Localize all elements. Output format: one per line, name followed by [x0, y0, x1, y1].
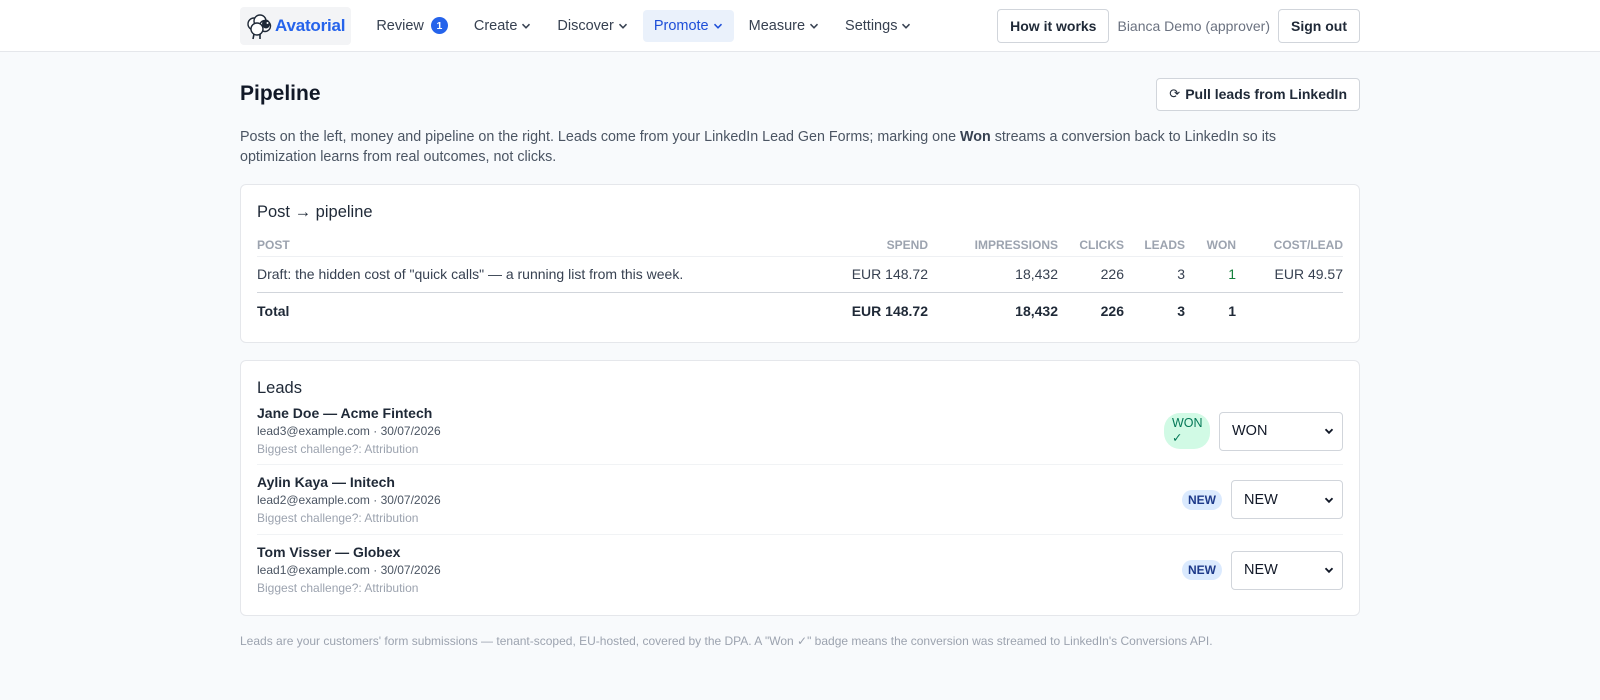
chevron-down-icon	[1324, 428, 1334, 435]
column-header-impressions: IMPRESSIONS	[928, 234, 1058, 257]
check-icon: ✓	[1172, 431, 1183, 445]
page-title: Pipeline	[240, 82, 321, 105]
sign-out-button[interactable]: Sign out	[1278, 8, 1360, 43]
nav-review-label: Review	[376, 17, 424, 34]
nav-discover-label: Discover	[557, 17, 614, 34]
pull-leads-button[interactable]: ⟳ Pull leads from LinkedIn	[1156, 77, 1360, 111]
clicks-cell: 226	[1100, 266, 1124, 282]
lead-status-select[interactable]: WON	[1219, 411, 1343, 451]
total-impressions: 18,432	[928, 291, 1058, 330]
total-label: Total	[257, 291, 788, 330]
won-badge-label: WON	[1172, 416, 1203, 430]
leads-footnote: Leads are your customers' form submissio…	[240, 634, 1213, 648]
chevron-down-icon	[1324, 567, 1334, 574]
post-pipeline-card: Post → pipeline POST SPEND IMPRESSIONS C…	[240, 184, 1360, 343]
page-header: Pipeline ⟳ Pull leads from LinkedIn	[240, 77, 1360, 111]
column-header-won: WON	[1185, 234, 1236, 257]
sheep-logo-icon	[244, 11, 274, 41]
won-cell: 1	[1228, 266, 1236, 282]
lead-email-date: lead3@example.com · 30/07/2026	[257, 424, 441, 438]
nav-promote[interactable]: Promote	[642, 9, 734, 42]
lead-status-select[interactable]: NEW	[1231, 480, 1343, 519]
nav-right-group: How it works Bianca Demo (approver) Sign…	[997, 8, 1360, 43]
chevron-down-icon	[902, 23, 911, 29]
column-header-spend: SPEND	[788, 234, 928, 257]
lead-actions: WON ✓ WON	[1164, 411, 1343, 451]
how-it-works-button[interactable]: How it works	[997, 8, 1110, 43]
nav-measure[interactable]: Measure	[738, 10, 830, 42]
lead-email-date: lead1@example.com · 30/07/2026	[257, 563, 441, 577]
lead-name: Jane Doe — Acme Fintech	[257, 405, 433, 421]
new-status-badge: NEW	[1182, 560, 1222, 580]
nav-promote-label: Promote	[653, 17, 709, 34]
table-row: Draft: the hidden cost of "quick calls" …	[257, 256, 1343, 292]
lead-info: Tom Visser — Globex lead1@example.com · …	[257, 543, 441, 597]
lead-info: Aylin Kaya — Initech lead2@example.com ·…	[257, 473, 441, 527]
lead-info: Jane Doe — Acme Fintech lead3@example.co…	[257, 404, 441, 458]
current-user-label: Bianca Demo (approver)	[1117, 17, 1270, 34]
brand-name: Avatorial	[275, 15, 346, 35]
nav-measure-label: Measure	[748, 17, 806, 34]
lead-name: Tom Visser — Globex	[257, 544, 401, 560]
intro-text-start: Posts on the left, money and pipeline on…	[240, 129, 961, 145]
table-total-row: Total EUR 148.72 18,432 226 3 1	[257, 291, 1343, 330]
chevron-down-icon	[713, 23, 722, 29]
post-pipeline-title: Post → pipeline	[257, 203, 373, 221]
main-content: Pipeline ⟳ Pull leads from LinkedIn Post…	[240, 52, 1360, 648]
brand-logo-link[interactable]: Avatorial	[240, 6, 352, 45]
lead-answer: Biggest challenge?: Attribution	[257, 442, 419, 456]
total-leads: 3	[1124, 291, 1185, 330]
spend-cell: EUR 148.72	[851, 266, 928, 282]
lead-status-select[interactable]: NEW	[1231, 550, 1343, 590]
new-status-badge: NEW	[1182, 489, 1222, 510]
won-status-badge: WON ✓	[1164, 413, 1210, 449]
nav-settings-label: Settings	[845, 17, 898, 34]
nav-create-label: Create	[473, 17, 518, 34]
leads-cell: 3	[1177, 266, 1185, 282]
intro-text: Posts on the left, money and pipeline on…	[240, 127, 1340, 167]
chevron-down-icon	[810, 23, 819, 29]
lead-status-value: NEW	[1244, 562, 1278, 578]
leads-title: Leads	[257, 379, 302, 397]
lead-answer: Biggest challenge?: Attribution	[257, 510, 419, 525]
pull-leads-label: Pull leads from LinkedIn	[1185, 86, 1347, 102]
column-header-clicks: CLICKS	[1058, 234, 1124, 257]
review-count-badge: 1	[430, 17, 448, 34]
total-clicks: 226	[1058, 291, 1124, 330]
top-navigation-bar: Avatorial Review 1 Create Discover Promo…	[0, 0, 1600, 52]
intro-text-won: Won	[960, 129, 991, 145]
cost-per-lead-cell: EUR 49.57	[1274, 266, 1343, 282]
lead-actions: NEW NEW	[1182, 550, 1343, 590]
lead-item: Tom Visser — Globex lead1@example.com · …	[257, 535, 1343, 605]
leads-card: Leads Jane Doe — Acme Fintech lead3@exam…	[240, 360, 1360, 616]
refresh-icon: ⟳	[1169, 86, 1181, 101]
nav-review[interactable]: Review 1	[365, 10, 459, 42]
nav-settings[interactable]: Settings	[834, 10, 922, 42]
lead-item: Jane Doe — Acme Fintech lead3@example.co…	[257, 398, 1343, 465]
column-header-post: POST	[257, 234, 788, 257]
nav-discover[interactable]: Discover	[546, 10, 638, 42]
chevron-down-icon	[618, 23, 627, 29]
post-pipeline-table: POST SPEND IMPRESSIONS CLICKS LEADS WON …	[257, 234, 1343, 330]
nav-create[interactable]: Create	[463, 10, 543, 42]
post-cell: Draft: the hidden cost of "quick calls" …	[257, 266, 684, 282]
chevron-down-icon	[1324, 497, 1334, 503]
main-nav: Review 1 Create Discover Promote Measure…	[365, 9, 922, 42]
column-header-leads: LEADS	[1124, 234, 1185, 257]
chevron-down-icon	[522, 23, 531, 29]
lead-actions: NEW NEW	[1182, 480, 1343, 519]
total-spend: EUR 148.72	[788, 291, 928, 330]
column-header-cost-per-lead: COST/LEAD	[1236, 234, 1343, 257]
table-header-row: POST SPEND IMPRESSIONS CLICKS LEADS WON …	[257, 234, 1343, 257]
lead-status-value: WON	[1232, 423, 1268, 439]
lead-item: Aylin Kaya — Initech lead2@example.com ·…	[257, 465, 1343, 535]
total-cost-per-lead	[1236, 291, 1343, 330]
lead-email-date: lead2@example.com · 30/07/2026	[257, 492, 441, 507]
total-won: 1	[1185, 291, 1236, 330]
lead-name: Aylin Kaya — Initech	[257, 473, 395, 490]
lead-answer: Biggest challenge?: Attribution	[257, 581, 419, 595]
impressions-cell: 18,432	[1015, 266, 1058, 282]
lead-status-value: NEW	[1244, 491, 1278, 508]
